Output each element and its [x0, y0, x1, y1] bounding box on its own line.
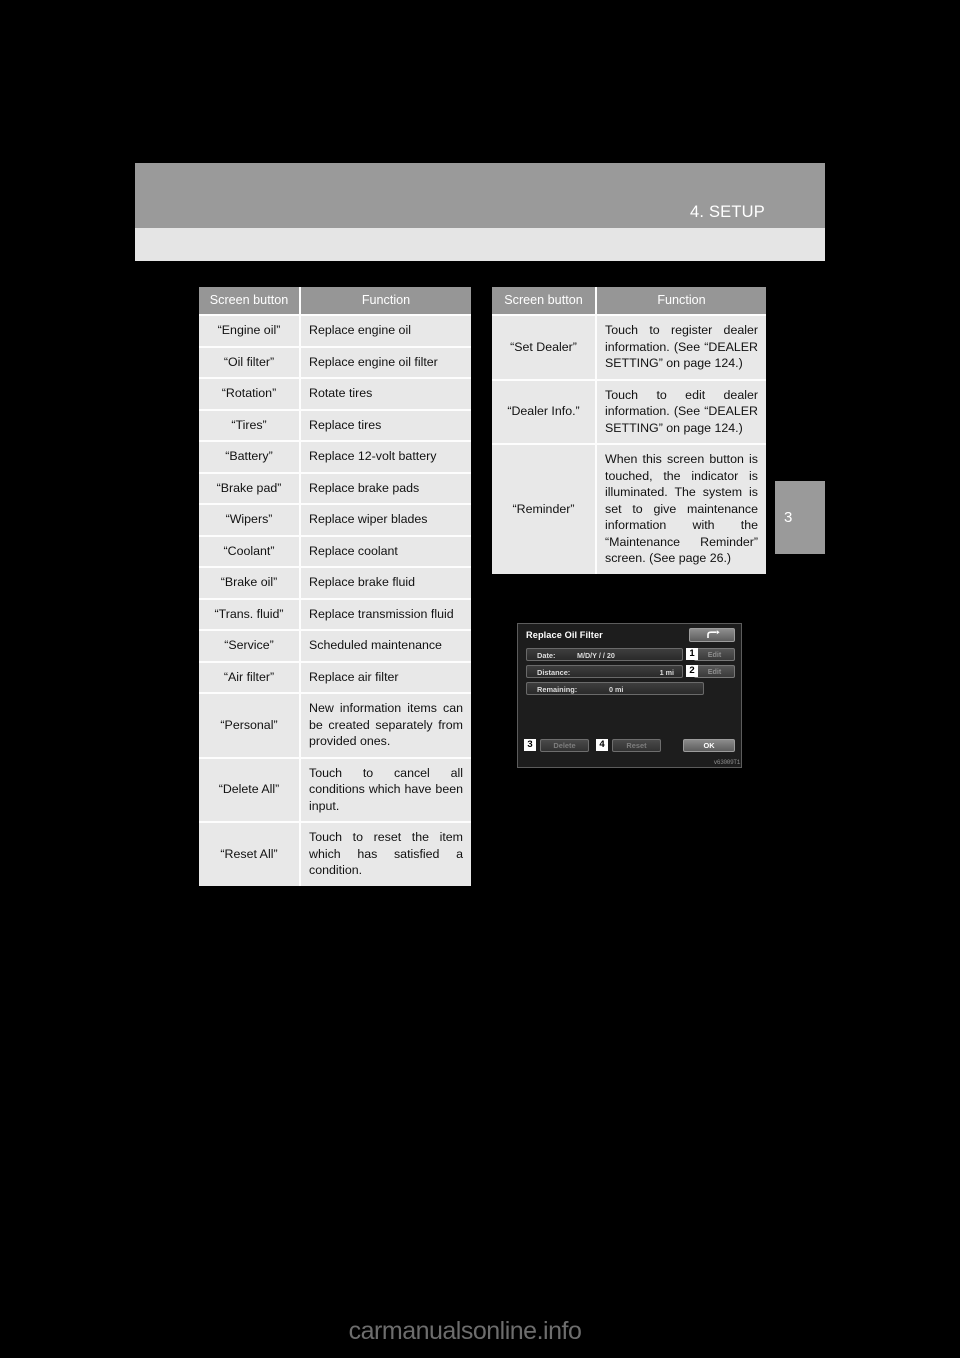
- cell-function: Touch to cancel all conditions which hav…: [300, 756, 471, 822]
- cell-screen-button: “Brake oil”: [199, 566, 301, 599]
- table-row: “Reset All” Touch to reset the item which…: [199, 821, 471, 886]
- cell-function: Replace transmission fluid: [300, 597, 471, 630]
- table-row: “Rotation” Rotate tires: [199, 377, 471, 410]
- table-body: “Engine oil” Replace engine oil “Oil filte…: [199, 314, 471, 886]
- chapter-header-subband: [135, 228, 825, 261]
- back-arrow-glyph: [707, 630, 720, 638]
- table-header-row: Screen button Function: [492, 287, 766, 315]
- table-row: “Delete All” Touch to cancel all conditio…: [199, 756, 471, 822]
- table-row: “Trans. fluid” Replace transmission fluid: [199, 597, 471, 630]
- ok-button[interactable]: OK: [683, 739, 735, 752]
- cell-screen-button: “Wipers”: [199, 503, 301, 536]
- callout-marker-4: 4: [596, 739, 608, 751]
- table-header-row: Screen button Function: [199, 287, 471, 315]
- cell-screen-button: “Rotation”: [199, 377, 301, 410]
- cell-screen-button: “Personal”: [199, 692, 301, 758]
- cell-function: Touch to reset the item which has satisf…: [300, 821, 471, 886]
- table-row: “Brake pad” Replace brake pads: [199, 471, 471, 504]
- cell-function: When this screen button is touched, the …: [596, 443, 766, 574]
- cell-screen-button: “Oil filter”: [199, 345, 301, 378]
- figure-code: v63009T1: [713, 759, 741, 766]
- table-row: “Set Dealer” Touch to register dealer inf…: [492, 314, 766, 380]
- table-row: “Battery” Replace 12-volt battery: [199, 440, 471, 473]
- cell-function: Replace brake pads: [300, 471, 471, 504]
- chapter-index-tab: 3: [775, 481, 825, 554]
- column-header-screen-button: Screen button: [199, 287, 301, 315]
- cell-function: Replace coolant: [300, 534, 471, 567]
- cell-function: Replace air filter: [300, 660, 471, 693]
- column-header-function: Function: [300, 287, 471, 315]
- table-row: “Oil filter” Replace engine oil filter: [199, 345, 471, 378]
- cell-function: Replace brake fluid: [300, 566, 471, 599]
- page-title: 4. SETUP: [690, 203, 765, 221]
- cell-function: New information items can be created sep…: [300, 692, 471, 758]
- screen-button-function-table-left: Screen button Function “Engine oil” Repla…: [199, 287, 471, 886]
- device-screenshot-figure: Replace Oil Filter Date: M/D/Y / / 20 Di…: [517, 623, 742, 768]
- date-field-row[interactable]: Date: M/D/Y / / 20: [526, 648, 683, 661]
- cell-screen-button: “Brake pad”: [199, 471, 301, 504]
- device-screen-title: Replace Oil Filter: [526, 630, 603, 640]
- cell-screen-button: “Engine oil”: [199, 314, 301, 347]
- cell-screen-button: “Service”: [199, 629, 301, 662]
- screen-button-function-table-right: Screen button Function “Set Dealer” Touch…: [492, 287, 766, 574]
- table-row: “Dealer Info.” Touch to edit dealer infor…: [492, 378, 766, 444]
- cell-function: Replace engine oil filter: [300, 345, 471, 378]
- table-row: “Coolant” Replace coolant: [199, 534, 471, 567]
- date-label: Date:: [537, 651, 556, 660]
- table-row: “Personal” New information items can be c…: [199, 692, 471, 758]
- delete-button[interactable]: Delete: [540, 739, 589, 752]
- cell-screen-button: “Delete All”: [199, 756, 301, 822]
- cell-function: Touch to register dealer information. (S…: [596, 314, 766, 380]
- distance-field-row[interactable]: Distance: 1 mi: [526, 665, 683, 678]
- distance-label: Distance:: [537, 668, 571, 677]
- distance-value: 1 mi: [659, 668, 674, 677]
- cell-function: Scheduled maintenance: [300, 629, 471, 662]
- cell-screen-button: “Trans. fluid”: [199, 597, 301, 630]
- cell-screen-button: “Coolant”: [199, 534, 301, 567]
- cell-screen-button: “Tires”: [199, 408, 301, 441]
- remaining-label: Remaining:: [537, 685, 578, 694]
- date-value: M/D/Y / / 20: [577, 651, 615, 660]
- callout-marker-2: 2: [686, 665, 698, 677]
- cell-screen-button: “Dealer Info.”: [492, 378, 597, 444]
- edit-distance-button[interactable]: Edit: [694, 665, 735, 678]
- callout-marker-1: 1: [686, 648, 698, 660]
- cell-function: Replace 12-volt battery: [300, 440, 471, 473]
- table-row: “Service” Scheduled maintenance: [199, 629, 471, 662]
- column-header-function: Function: [596, 287, 766, 315]
- back-arrow-icon[interactable]: [689, 628, 735, 642]
- table-row: “Reminder” When this screen button is tou…: [492, 443, 766, 574]
- cell-screen-button: “Reset All”: [199, 821, 301, 886]
- table-row: “Brake oil” Replace brake fluid: [199, 566, 471, 599]
- cell-screen-button: “Air filter”: [199, 660, 301, 693]
- callout-marker-3: 3: [524, 739, 536, 751]
- table-row: “Wipers” Replace wiper blades: [199, 503, 471, 536]
- cell-function: Touch to edit dealer information. (See “…: [596, 378, 766, 444]
- remaining-field-row: Remaining: 0 mi: [526, 682, 704, 695]
- chapter-header-band: 4. SETUP: [135, 163, 825, 228]
- chapter-index-number: 3: [784, 509, 793, 526]
- reset-button[interactable]: Reset: [612, 739, 661, 752]
- cell-screen-button: “Set Dealer”: [492, 314, 597, 380]
- table-row: “Air filter” Replace air filter: [199, 660, 471, 693]
- table-row: “Tires” Replace tires: [199, 408, 471, 441]
- cell-function: Rotate tires: [300, 377, 471, 410]
- edit-date-button[interactable]: Edit: [694, 648, 735, 661]
- column-header-screen-button: Screen button: [492, 287, 597, 315]
- cell-function: Replace tires: [300, 408, 471, 441]
- site-watermark: carmanualsonline.info: [348, 1317, 582, 1345]
- cell-function: Replace wiper blades: [300, 503, 471, 536]
- cell-screen-button: “Battery”: [199, 440, 301, 473]
- table-row: “Engine oil” Replace engine oil: [199, 314, 471, 347]
- table-body: “Set Dealer” Touch to register dealer inf…: [492, 314, 766, 574]
- remaining-value: 0 mi: [609, 685, 624, 694]
- cell-function: Replace engine oil: [300, 314, 471, 347]
- cell-screen-button: “Reminder”: [492, 443, 597, 574]
